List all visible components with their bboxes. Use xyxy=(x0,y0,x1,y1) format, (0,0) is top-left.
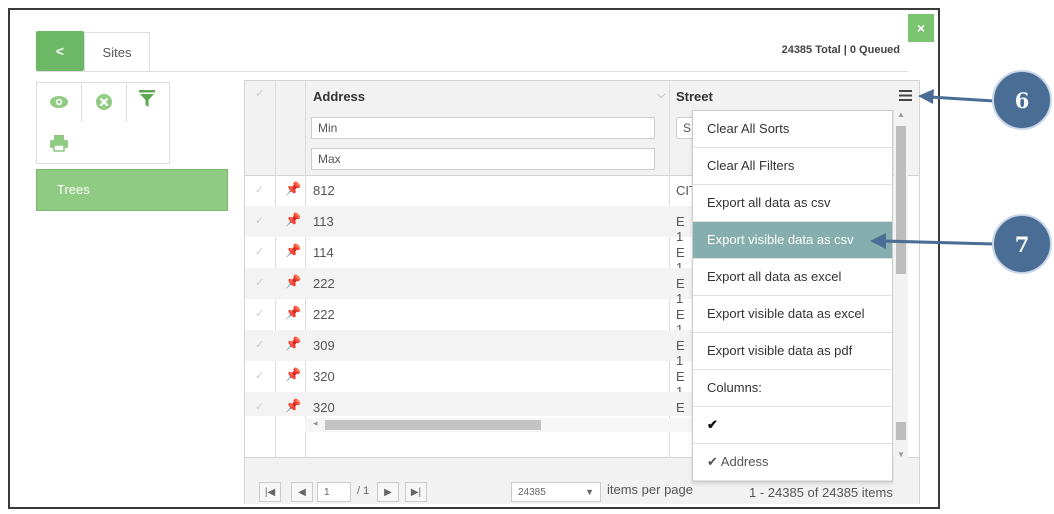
callout-arrows xyxy=(870,89,995,249)
callout-6: 6 xyxy=(992,70,1052,130)
callout-7: 7 xyxy=(992,214,1052,274)
